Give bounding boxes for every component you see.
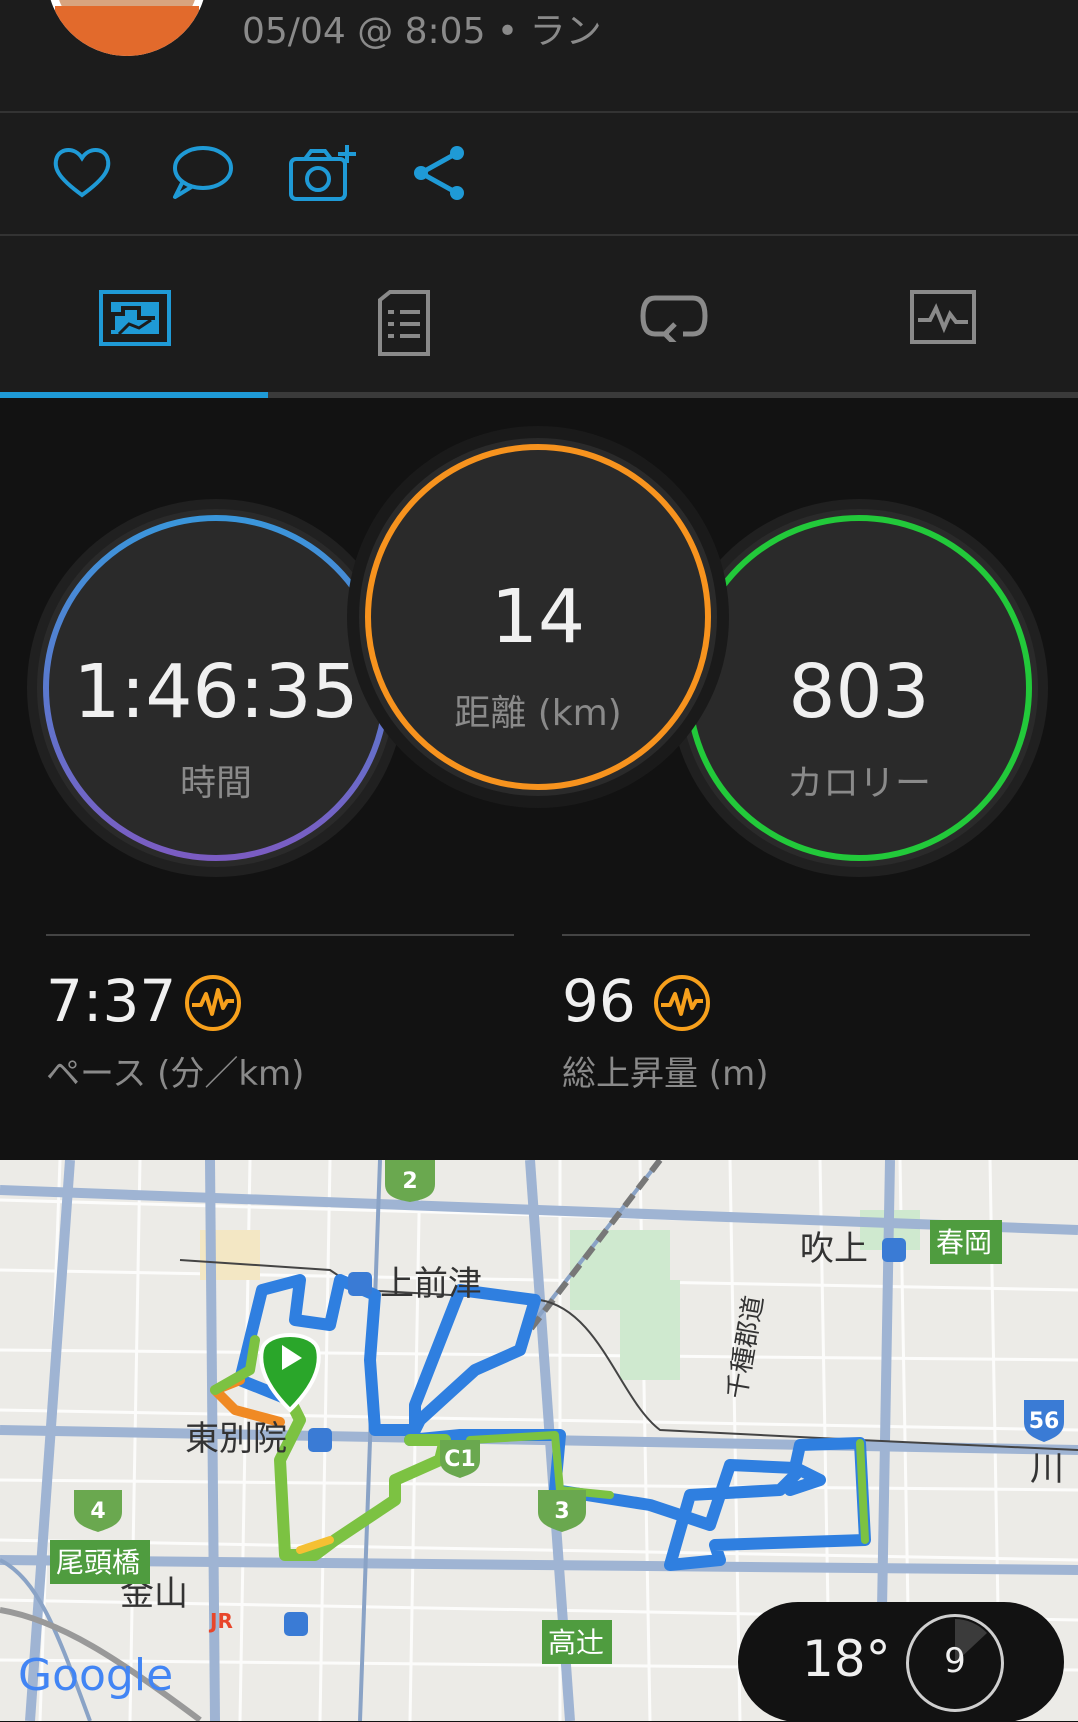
pace-value: 7:37 [46, 967, 177, 1035]
map-label: 吹上 [800, 1229, 868, 1269]
route-badge: C1 [444, 1447, 475, 1472]
tab-laps[interactable] [539, 236, 808, 392]
time-ring: 1:46:35 時間 [37, 509, 395, 867]
weather-widget[interactable]: 18° 9 [738, 1602, 1064, 1722]
distance-ring: 14 距離 (km) [359, 438, 717, 796]
wind-speed: 9 [944, 1641, 966, 1681]
map-label: 尾頭橋 [56, 1546, 140, 1579]
route-badge: 3 [554, 1499, 569, 1524]
share-icon [414, 146, 464, 200]
elevation-label: 総上昇量 (m) [562, 1054, 769, 1094]
camera-add-icon [289, 145, 356, 201]
tab-indicator [0, 392, 1078, 398]
details-list-icon [377, 290, 430, 356]
comment-icon [173, 146, 233, 199]
heart-rate-icon[interactable] [184, 974, 242, 1032]
heart-rate-icon[interactable] [653, 974, 711, 1032]
calories-value: 803 [788, 649, 930, 735]
map-label: 千種郡道 [722, 1294, 770, 1402]
temperature: 18° [802, 1630, 891, 1688]
charts-icon [909, 290, 976, 344]
divider [562, 934, 1030, 936]
tab-bar [0, 236, 1078, 398]
share-button[interactable] [407, 143, 477, 203]
like-button[interactable] [47, 143, 117, 203]
laps-icon [639, 295, 708, 342]
tab-details[interactable] [269, 236, 538, 392]
map-label: 春岡 [936, 1226, 992, 1259]
map-label: 川 [1030, 1449, 1064, 1489]
distance-value: 14 [490, 574, 586, 660]
heart-icon [53, 148, 111, 198]
route-badge: 4 [90, 1499, 105, 1524]
map-label: 高辻 [548, 1626, 604, 1659]
map-label: 東別院 [185, 1419, 287, 1459]
comment-button[interactable] [167, 143, 237, 203]
action-bar [0, 113, 1078, 234]
elevation-value: 96 [562, 967, 636, 1035]
route-badge: 2 [402, 1169, 417, 1194]
wind-speed-dial: 9 [906, 1614, 1004, 1712]
route-badge: 56 [1029, 1409, 1060, 1434]
add-photo-button[interactable] [287, 143, 357, 203]
activity-header: 05/04 @ 8:05 • ラン [0, 0, 1078, 111]
google-logo: Google [18, 1650, 173, 1701]
avatar[interactable] [47, 0, 207, 56]
activity-meta: 05/04 @ 8:05 • ラン [242, 11, 602, 52]
time-value: 1:46:35 [73, 649, 359, 735]
tab-overview[interactable] [0, 236, 269, 392]
calories-ring: 803 カロリー [680, 509, 1038, 867]
map-label: 上前津 [380, 1264, 482, 1304]
distance-label: 距離 (km) [454, 693, 622, 734]
start-marker [259, 1333, 321, 1413]
calories-label: カロリー [786, 763, 931, 804]
divider [46, 934, 514, 936]
jr-mark: JR [208, 1609, 233, 1633]
time-label: 時間 [179, 763, 252, 804]
stats-overview-icon [98, 290, 171, 346]
tab-charts[interactable] [808, 236, 1077, 392]
pace-label: ペース (分／km) [46, 1054, 305, 1094]
